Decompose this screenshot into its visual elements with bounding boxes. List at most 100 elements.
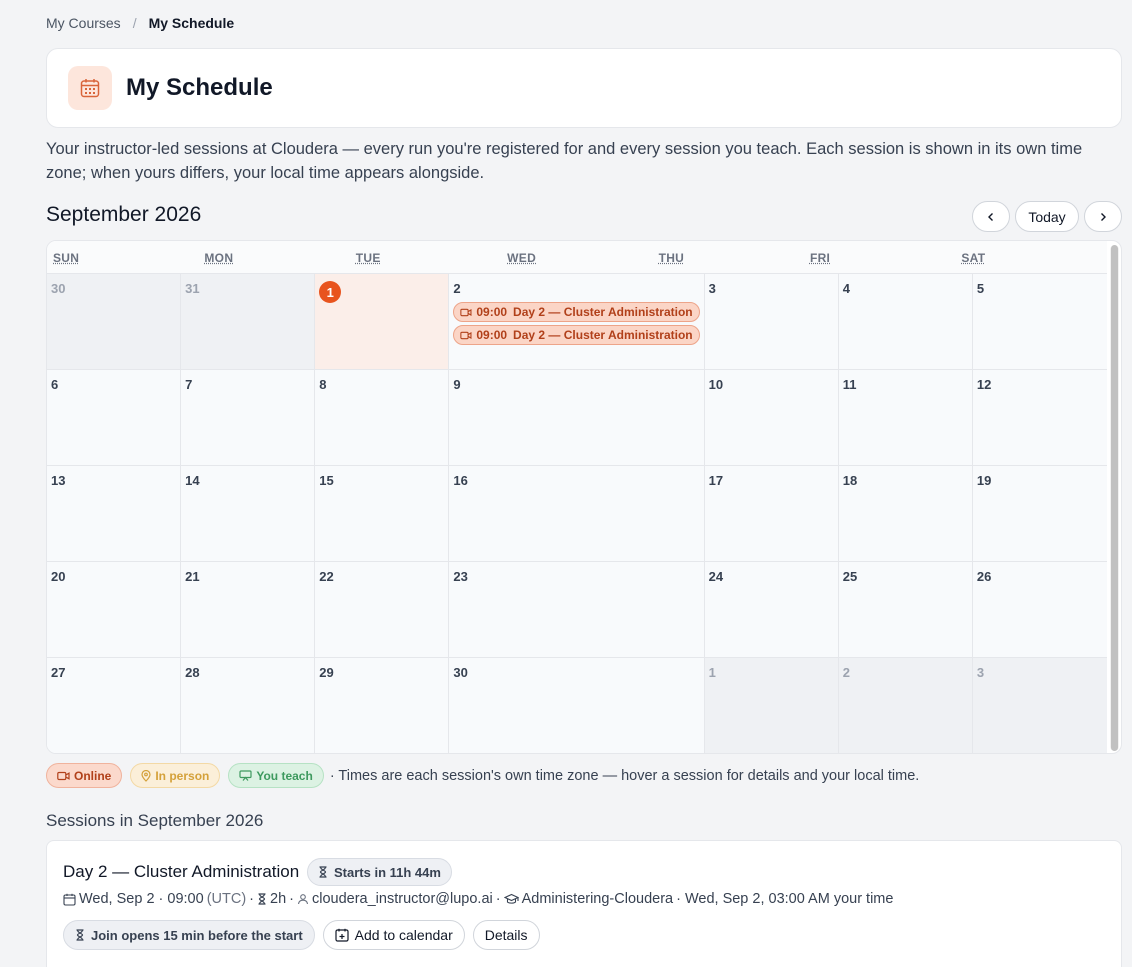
day-number: 30 — [453, 665, 468, 680]
legend-in-person: In person — [130, 763, 221, 788]
calendar-scrollbar[interactable] — [1110, 245, 1119, 751]
join-button[interactable]: Join opens 15 min before the start — [63, 920, 315, 950]
legend-you-teach: You teach — [228, 763, 324, 788]
meta-separator: · — [289, 891, 294, 907]
calendar-day-cell[interactable]: 27 — [47, 658, 182, 753]
day-number: 29 — [319, 665, 334, 680]
calendar-day-cell[interactable]: 11 — [838, 370, 973, 466]
calendar-event[interactable]: 09:00 Day 2 — Cluster Administration — [453, 325, 700, 345]
sessions-section-title: Sessions in September 2026 — [46, 811, 264, 830]
event-title: Day 2 — Cluster Administration — [513, 305, 693, 319]
session-duration: 2h — [270, 891, 287, 907]
video-icon — [460, 308, 472, 316]
meta-separator: · — [495, 891, 501, 907]
calendar-day-cell[interactable]: 26 — [972, 562, 1107, 658]
calendar-day-cell[interactable]: 19 — [972, 466, 1107, 562]
calendar-day-cell[interactable]: 3 — [704, 274, 839, 370]
starts-in-badge: Starts in 11h 44m — [307, 858, 452, 886]
legend-online-label: Online — [74, 768, 112, 783]
calendar-day-cell[interactable]: 4 — [838, 274, 973, 370]
session-course[interactable]: Administering-Cloudera — [522, 891, 674, 907]
day-number: 5 — [976, 281, 985, 296]
calendar-day-cell[interactable]: 12 — [972, 370, 1107, 466]
calendar-day-cell[interactable]: 10 — [704, 370, 839, 466]
calendar-day-cell[interactable]: 6 — [47, 370, 182, 466]
calendar-day-cell[interactable]: 3 — [972, 658, 1107, 753]
next-month-button[interactable] — [1084, 201, 1122, 232]
calendar-event[interactable]: 09:00 Day 2 — Cluster Administration — [453, 302, 700, 322]
day-number: 9 — [453, 377, 461, 392]
day-number: 18 — [842, 473, 858, 488]
day-number: 8 — [319, 377, 327, 392]
event-time: 09:00 — [476, 305, 508, 319]
calendar-day-cell[interactable]: 30 — [47, 274, 182, 370]
calendar-day-cell[interactable]: 1 — [315, 274, 450, 370]
calendar-day-cell[interactable]: 30 — [449, 658, 705, 753]
legend: Online In person You teach · Times are e… — [46, 763, 919, 788]
hourglass-icon — [319, 866, 327, 878]
calendar-day-cell[interactable]: 24 — [704, 562, 839, 658]
calendar-day-cell[interactable]: 22 — [315, 562, 450, 658]
calendar-day-cell[interactable]: 21 — [181, 562, 316, 658]
calendar-day-cell[interactable]: 5 — [972, 274, 1107, 370]
breadcrumb-separator: / — [132, 15, 137, 31]
prev-month-button[interactable] — [972, 201, 1010, 232]
chevron-right-icon — [1101, 212, 1106, 221]
calendar-grid: 30 31 1 2 09:00 Day 2 — Cluster Administratio… — [47, 274, 1107, 753]
calendar-day-cell[interactable]: 23 — [449, 562, 705, 658]
day-number: 16 — [453, 473, 468, 488]
calendar-day-cell[interactable]: 28 — [181, 658, 316, 753]
today-day-number: 1 — [319, 281, 342, 303]
day-number: 7 — [185, 377, 193, 392]
day-number: 31 — [185, 281, 200, 296]
breadcrumb: My Courses / My Schedule — [46, 15, 234, 31]
day-number: 24 — [708, 569, 724, 584]
video-icon — [57, 771, 70, 780]
day-number: 30 — [51, 281, 66, 296]
weekday-tue: TUE — [355, 251, 381, 265]
calendar-day-cell[interactable]: 17 — [704, 466, 839, 562]
add-to-calendar-button[interactable]: Add to calendar — [322, 920, 465, 950]
day-number: 3 — [708, 281, 716, 296]
breadcrumb-my-courses[interactable]: My Courses — [46, 15, 121, 31]
video-icon — [460, 331, 472, 339]
calendar-day-cell[interactable]: 15 — [315, 466, 450, 562]
calendar-nav: Today — [972, 201, 1122, 232]
weekday-fri: FRI — [809, 251, 831, 265]
meta-separator: · — [249, 891, 254, 907]
event-title: Day 2 — Cluster Administration — [513, 328, 693, 342]
calendar-day-cell[interactable]: 18 — [838, 466, 973, 562]
day-number: 6 — [51, 377, 59, 392]
legend-you-teach-label: You teach — [256, 768, 313, 783]
day-number: 14 — [185, 473, 200, 488]
weekday-thu: THU — [658, 251, 685, 265]
calendar-day-cell[interactable]: 29 — [315, 658, 450, 753]
calendar-day-cell[interactable]: 8 — [315, 370, 450, 466]
calendar-day-cell[interactable]: 1 — [704, 658, 839, 753]
session-title: Day 2 — Cluster Administration — [63, 862, 300, 881]
calendar-day-cell[interactable]: 9 — [449, 370, 705, 466]
today-button[interactable]: Today — [1015, 201, 1079, 232]
calendar-day-cell[interactable]: 2 — [838, 658, 973, 753]
day-number: 23 — [453, 569, 468, 584]
starts-in-label: Starts in 11h 44m — [334, 864, 441, 880]
calendar-day-cell[interactable]: 25 — [838, 562, 973, 658]
legend-in-person-label: In person — [155, 768, 210, 783]
calendar-icon — [68, 66, 112, 110]
day-number: 26 — [976, 569, 992, 584]
calendar-day-cell[interactable]: 7 — [181, 370, 316, 466]
calendar-day-cell[interactable]: 14 — [181, 466, 316, 562]
calendar-day-cell[interactable]: 16 — [449, 466, 705, 562]
chevron-left-icon — [988, 212, 993, 221]
calendar-day-cell[interactable]: 13 — [47, 466, 182, 562]
details-button[interactable]: Details — [472, 920, 540, 950]
day-number: 25 — [842, 569, 858, 584]
page-title: My Schedule — [126, 74, 273, 101]
calendar-day-cell[interactable]: 2 09:00 Day 2 — Cluster Administration 09:0… — [449, 274, 705, 370]
page-header: My Schedule — [46, 48, 1122, 128]
month-calendar: SUN MON TUE WED THU FRI SAT 30 31 1 2 09:00 Day 2 —… — [46, 240, 1122, 754]
day-number: 28 — [185, 665, 200, 680]
scrollbar-thumb[interactable] — [1111, 245, 1118, 751]
calendar-day-cell[interactable]: 20 — [47, 562, 182, 658]
calendar-day-cell[interactable]: 31 — [181, 274, 316, 370]
